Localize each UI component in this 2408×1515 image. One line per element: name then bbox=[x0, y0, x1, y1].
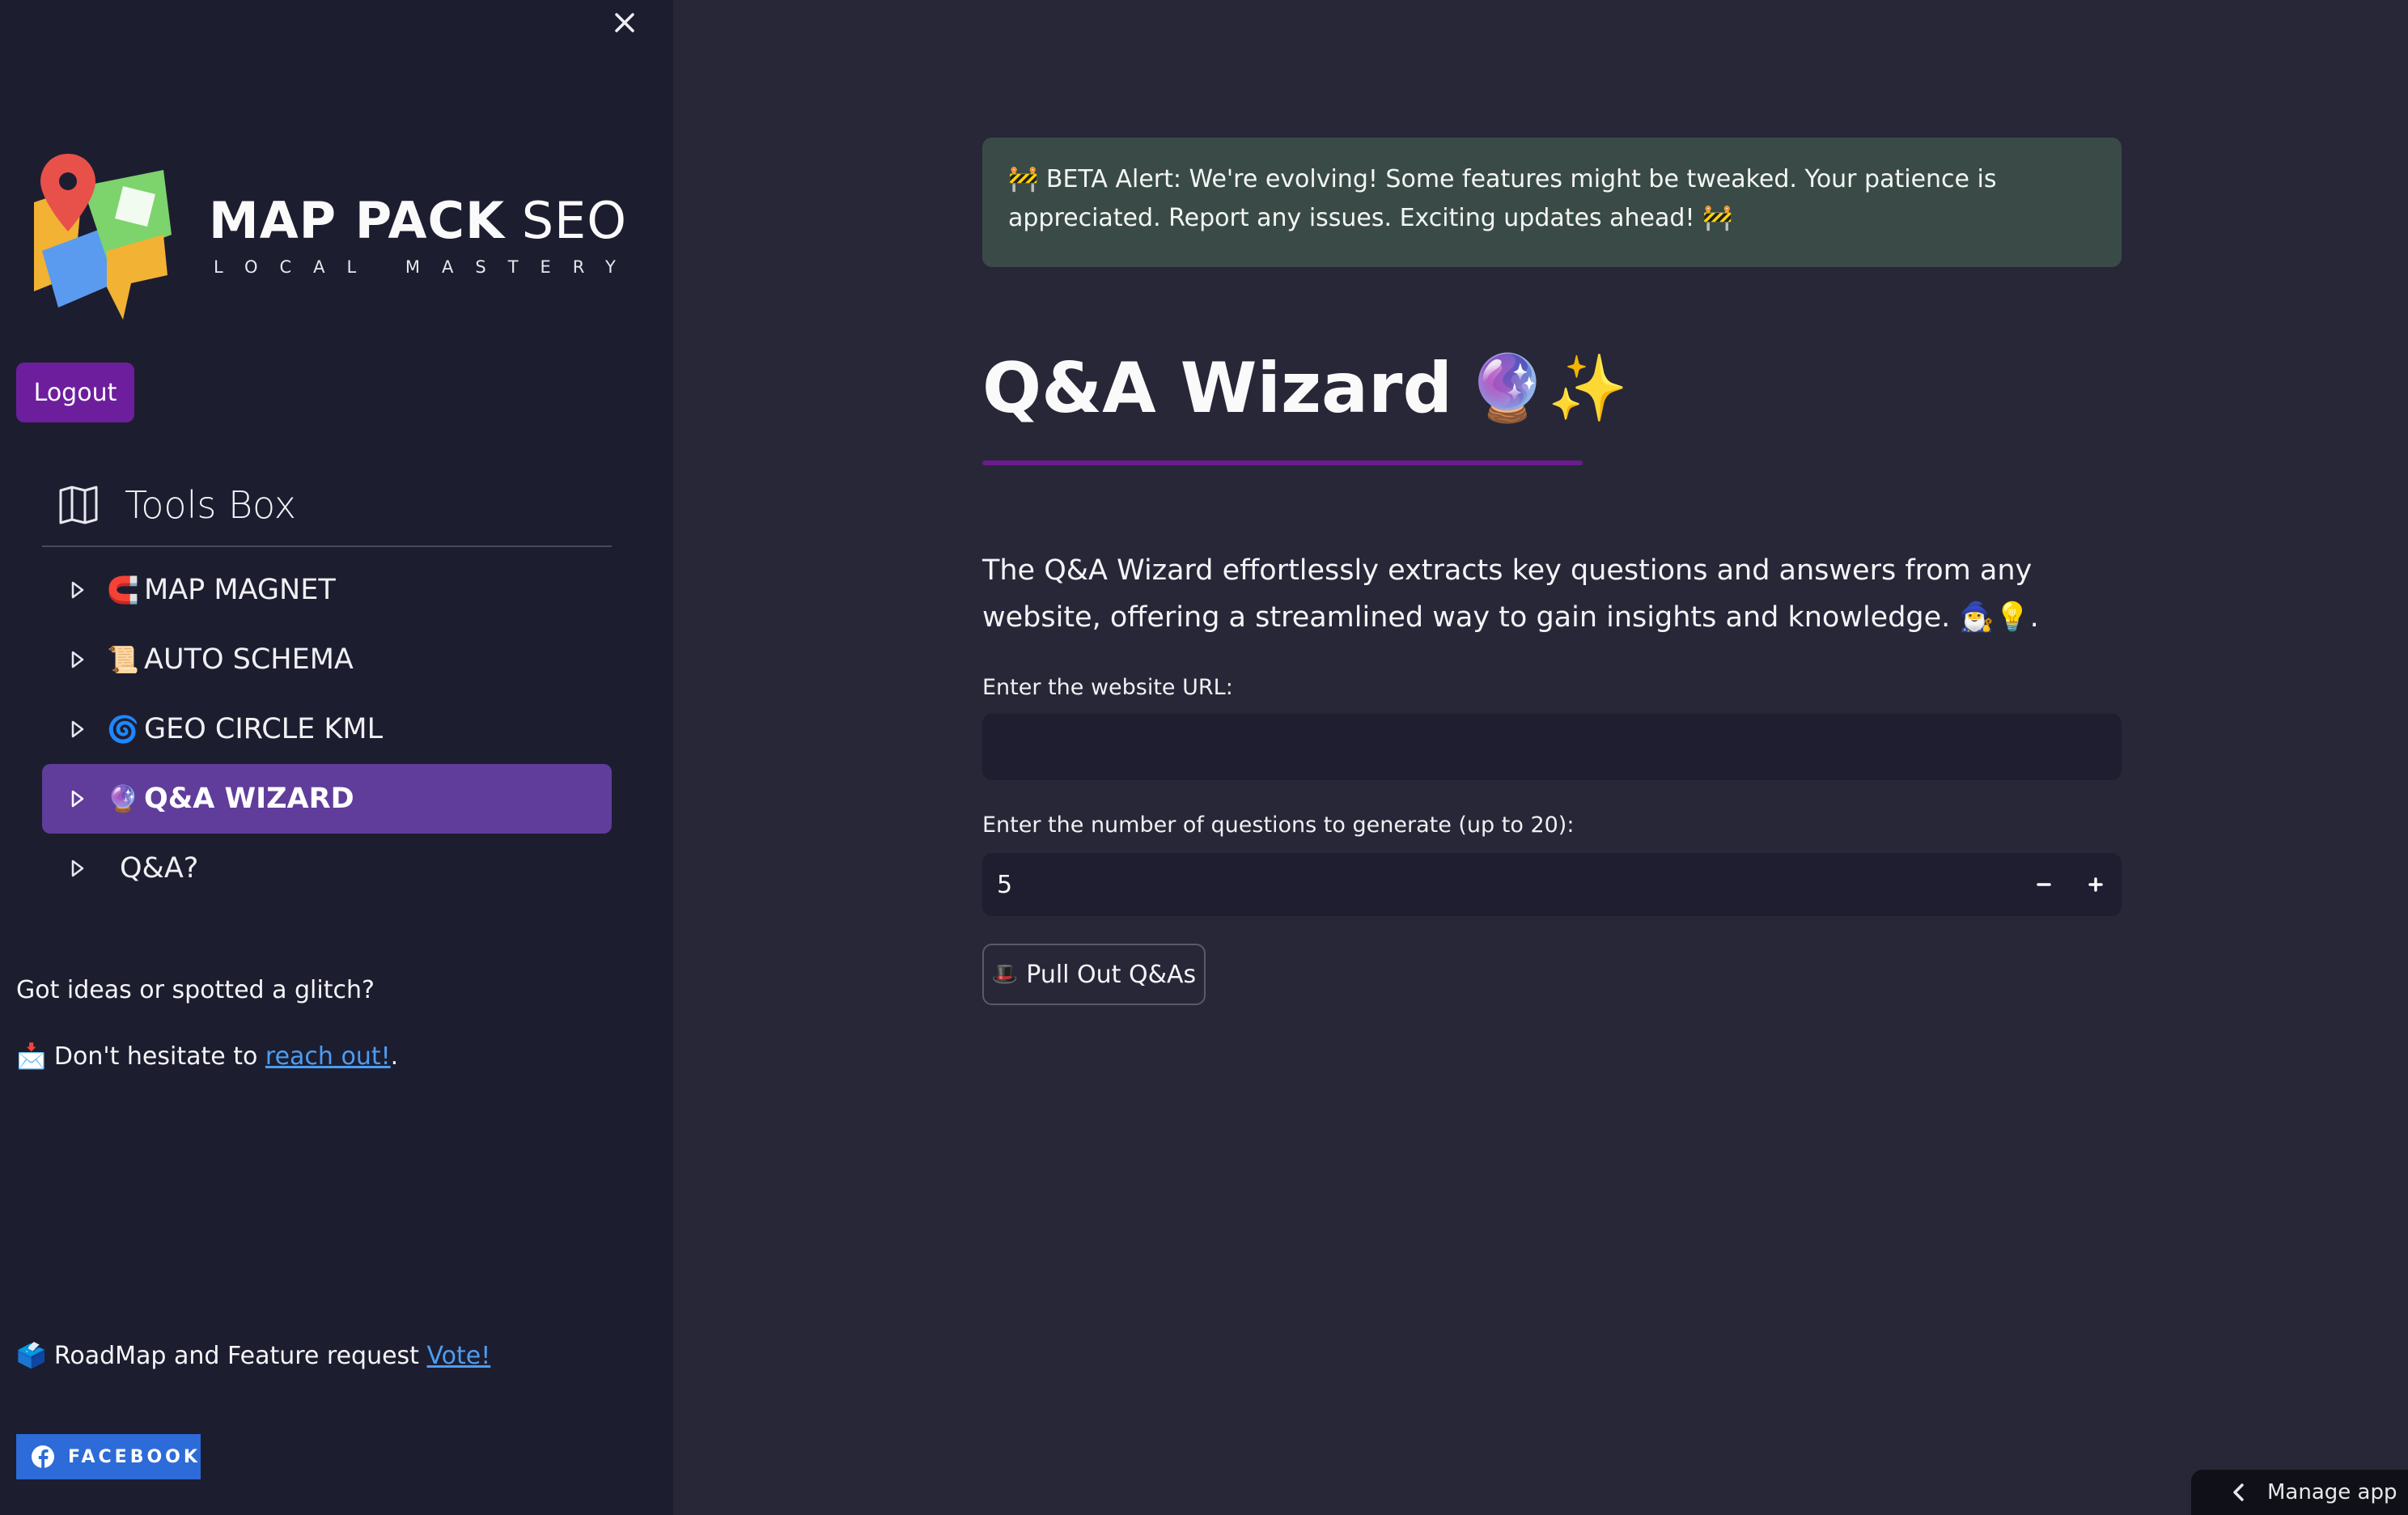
logout-button[interactable]: Logout bbox=[16, 363, 134, 422]
crystal-ball-icon: 🔮 bbox=[107, 783, 139, 814]
nav-item-label: Q&A? bbox=[120, 852, 199, 885]
vote-link[interactable]: Vote! bbox=[426, 1342, 490, 1370]
page-title: Q&A Wizard 🔮✨ bbox=[982, 348, 1629, 429]
question-count-value[interactable]: 5 bbox=[982, 871, 2018, 899]
close-sidebar-button[interactable] bbox=[608, 6, 641, 39]
crystal-ball-sparkles-icon: 🔮✨ bbox=[1467, 350, 1629, 426]
scroll-icon: 📜 bbox=[107, 644, 139, 675]
chevron-left-icon bbox=[2232, 1483, 2245, 1502]
nav-item-geo-circle-kml[interactable]: 🌀 GEO CIRCLE KML bbox=[42, 694, 612, 764]
facebook-icon bbox=[31, 1445, 55, 1469]
tools-box-menu: Tools Box 🧲 MAP MAGNET 📜 AUTO SCHEMA 🌀 G… bbox=[42, 473, 612, 903]
logo-title: MAP PACK SEO bbox=[209, 191, 628, 250]
map-icon bbox=[59, 486, 98, 524]
reach-out-link[interactable]: reach out! bbox=[265, 1042, 391, 1071]
website-url-input[interactable] bbox=[982, 714, 2122, 780]
facebook-button[interactable]: FACEBOOK bbox=[16, 1434, 201, 1479]
main-content: 🚧 BETA Alert: We're evolving! Some featu… bbox=[673, 0, 2408, 1515]
description: The Q&A Wizard effortlessly extracts key… bbox=[982, 554, 2039, 634]
close-icon bbox=[615, 13, 634, 32]
caret-right-icon bbox=[71, 581, 94, 599]
magnet-icon: 🧲 bbox=[107, 575, 139, 605]
logo-subtitle: LOCAL MASTERY bbox=[214, 257, 638, 277]
feedback-cta: 📩 Don't hesitate to reach out!. bbox=[16, 1042, 399, 1071]
tools-box-title: Tools Box bbox=[125, 483, 297, 527]
nav-item-map-magnet[interactable]: 🧲 MAP MAGNET bbox=[42, 555, 612, 625]
nav-item-label: Q&A WIZARD bbox=[144, 783, 354, 815]
caret-right-icon bbox=[71, 651, 94, 668]
title-divider bbox=[982, 460, 1583, 465]
manage-app-label: Manage app bbox=[2267, 1480, 2397, 1504]
roadmap-text: 🗳️ RoadMap and Feature request Vote! bbox=[16, 1342, 491, 1370]
divider bbox=[42, 545, 612, 547]
caret-right-icon bbox=[71, 720, 94, 738]
minus-icon bbox=[2037, 883, 2051, 886]
url-label: Enter the website URL: bbox=[982, 675, 1233, 700]
cyclone-icon: 🌀 bbox=[107, 714, 139, 745]
nav-item-label: MAP MAGNET bbox=[144, 574, 336, 606]
top-hat-icon: 🎩 bbox=[991, 962, 1019, 987]
feedback-question: Got ideas or spotted a glitch? bbox=[16, 976, 375, 1004]
logo: MAP PACK SEO LOCAL MASTERY bbox=[26, 154, 626, 324]
map-pack-logo-icon bbox=[34, 154, 172, 320]
facebook-label: FACEBOOK bbox=[68, 1446, 201, 1467]
nav-item-label: GEO CIRCLE KML bbox=[144, 713, 384, 745]
nav-item-qa[interactable]: Q&A? bbox=[42, 834, 612, 903]
caret-right-icon bbox=[71, 790, 94, 808]
nav-item-auto-schema[interactable]: 📜 AUTO SCHEMA bbox=[42, 625, 612, 694]
pull-out-qas-button[interactable]: 🎩 Pull Out Q&As bbox=[982, 944, 1206, 1005]
beta-alert: 🚧 BETA Alert: We're evolving! Some featu… bbox=[982, 138, 2122, 267]
sidebar: MAP PACK SEO LOCAL MASTERY Logout Tools … bbox=[0, 0, 673, 1515]
tools-box-header: Tools Box bbox=[42, 473, 612, 537]
question-count-label: Enter the number of questions to generat… bbox=[982, 813, 1575, 838]
increment-button[interactable] bbox=[2070, 853, 2122, 916]
manage-app-button[interactable]: Manage app bbox=[2191, 1470, 2408, 1515]
nav-item-qa-wizard[interactable]: 🔮 Q&A WIZARD bbox=[42, 764, 612, 834]
decrement-button[interactable] bbox=[2018, 853, 2070, 916]
plus-icon bbox=[2088, 877, 2103, 892]
caret-right-icon bbox=[71, 859, 94, 877]
question-count-input[interactable]: 5 bbox=[982, 853, 2122, 916]
pull-out-qas-label: Pull Out Q&As bbox=[1026, 960, 1197, 989]
nav-item-label: AUTO SCHEMA bbox=[144, 643, 354, 676]
